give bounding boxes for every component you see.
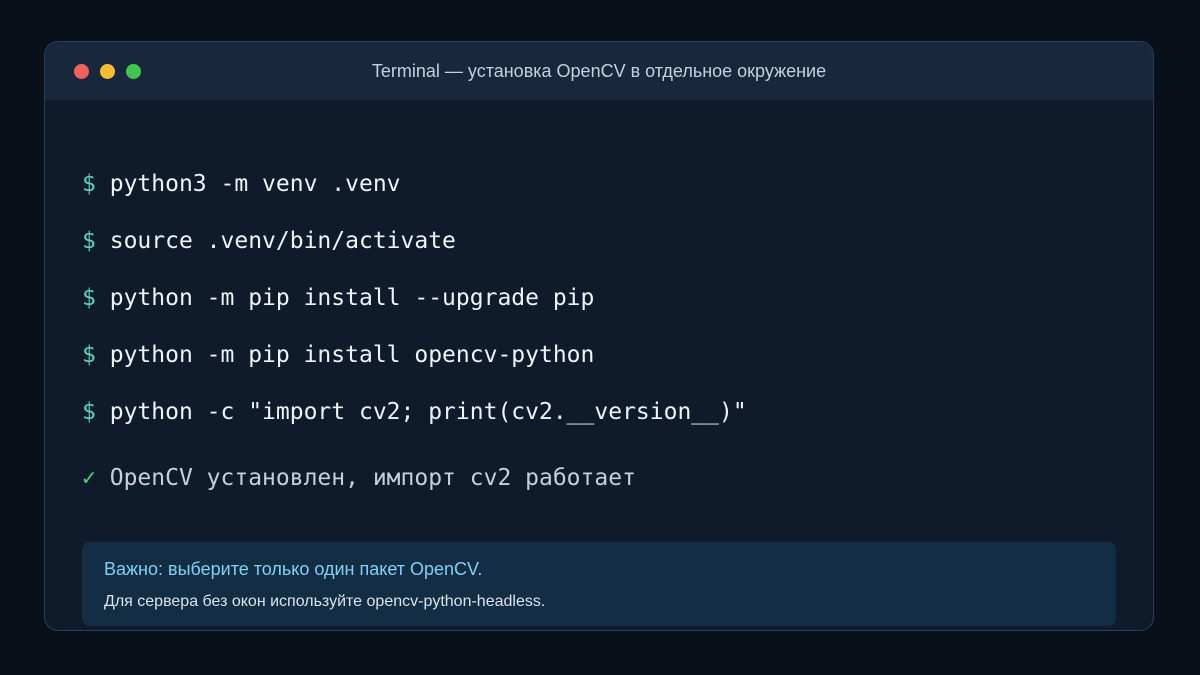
command-text: source .venv/bin/activate <box>109 228 456 254</box>
command-line: $ python -m pip install opencv-python <box>82 340 594 370</box>
title-bar: Terminal — установка OpenCV в отдельное … <box>45 42 1153 100</box>
command-line: $ source .venv/bin/activate <box>82 226 456 256</box>
terminal-window: Terminal — установка OpenCV в отдельное … <box>44 41 1154 631</box>
note-title: Важно: выберите только один пакет OpenCV… <box>104 559 483 579</box>
command-text: python3 -m venv .venv <box>109 171 401 197</box>
screen: Terminal — установка OpenCV в отдельное … <box>0 0 1200 675</box>
terminal-output[interactable]: $ python3 -m venv .venv $ source .venv/b… <box>82 100 1116 630</box>
command-text: python -m pip install --upgrade pip <box>109 285 595 311</box>
command-line: $ python -m pip install --upgrade pip <box>82 283 594 313</box>
check-icon: ✓ <box>82 465 96 491</box>
prompt-symbol: $ <box>82 171 96 197</box>
prompt-symbol: $ <box>82 285 96 311</box>
command-line: $ python -c "import cv2; print(cv2.__ver… <box>82 397 747 427</box>
success-message: ✓ OpenCV установлен, импорт cv2 работает <box>82 463 636 493</box>
prompt-symbol: $ <box>82 228 96 254</box>
success-text: OpenCV установлен, импорт cv2 работает <box>109 465 636 491</box>
command-text: python -c "import cv2; print(cv2.__versi… <box>109 399 747 425</box>
info-note: Важно: выберите только один пакет OpenCV… <box>82 542 1116 626</box>
note-text: Для сервера без окон используйте opencv-… <box>104 593 546 610</box>
command-line: $ python3 -m venv .venv <box>82 169 401 199</box>
prompt-symbol: $ <box>82 399 96 425</box>
command-text: python -m pip install opencv-python <box>109 342 595 368</box>
window-title: Terminal — установка OpenCV в отдельное … <box>371 61 827 81</box>
prompt-symbol: $ <box>82 342 96 368</box>
